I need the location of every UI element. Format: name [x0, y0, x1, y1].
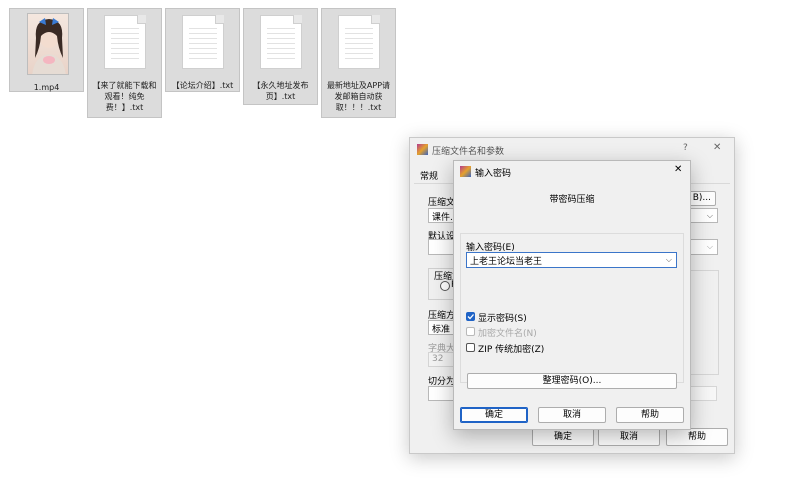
ok-button[interactable]: 确定	[460, 407, 528, 423]
dialog-title: 输入密码	[475, 169, 512, 179]
archive-name-label: 压缩文	[428, 198, 456, 208]
close-icon[interactable]: ✕	[713, 142, 721, 153]
options-group	[687, 270, 719, 375]
encrypt-names-label: 加密文件名(N)	[478, 329, 537, 339]
text-file-icon	[338, 15, 380, 69]
password-value: 上老王论坛当老王	[470, 257, 543, 267]
file-name: 【论坛介绍】.txt	[171, 81, 234, 90]
show-password-checkbox[interactable]	[466, 312, 475, 321]
password-input[interactable]: 上老王论坛当老王 ⌵	[466, 252, 677, 268]
dialog-title: 压缩文件名和参数	[432, 147, 505, 157]
ok-button[interactable]: 确定	[532, 428, 594, 446]
file-txt[interactable]: 最新地址及APP请发邮箱自动获取！！！.txt	[321, 8, 396, 118]
dict-value: 32	[432, 354, 444, 364]
password-dialog: 输入密码 ✕ 带密码压缩 输入密码(E) 上老王论坛当老王 ⌵ 显示密码(S) …	[453, 160, 691, 430]
cancel-button[interactable]: 取消	[538, 407, 606, 423]
file-name: 【来了就能下载和观看！纯免费！】.txt	[92, 81, 157, 112]
text-file-icon	[182, 15, 224, 69]
chevron-down-icon: ⌵	[706, 210, 713, 220]
text-file-icon	[104, 15, 146, 69]
file-name: 【永久地址发布页】.txt	[252, 81, 309, 101]
show-password-label: 显示密码(S)	[478, 314, 527, 324]
file-video[interactable]: 1.mp4	[9, 8, 84, 92]
text-file-icon	[260, 15, 302, 69]
winrar-icon	[417, 144, 428, 155]
file-name: 1.mp4	[33, 83, 60, 92]
file-txt[interactable]: 【论坛介绍】.txt	[165, 8, 240, 92]
file-txt[interactable]: 【永久地址发布页】.txt	[243, 8, 318, 105]
split-side-box	[687, 386, 717, 401]
format-radio[interactable]	[440, 281, 450, 291]
help-button[interactable]: 帮助	[666, 428, 728, 446]
dialog-subtitle: 带密码压缩	[549, 195, 595, 205]
cancel-button[interactable]: 取消	[598, 428, 660, 446]
help-button[interactable]: 帮助	[616, 407, 684, 423]
file-name: 最新地址及APP请发邮箱自动获取！！！.txt	[326, 81, 391, 112]
check-icon	[467, 314, 474, 320]
winrar-icon	[460, 166, 471, 177]
organize-passwords-button[interactable]: 整理密码(O)...	[467, 373, 677, 389]
close-icon[interactable]: ✕	[674, 164, 682, 175]
tab-general[interactable]: 常规	[420, 169, 438, 182]
method-value: 标准	[432, 325, 451, 335]
file-txt[interactable]: 【来了就能下载和观看！纯免费！】.txt	[87, 8, 162, 118]
video-thumbnail	[27, 13, 69, 75]
help-icon[interactable]: ?	[683, 143, 688, 153]
chevron-down-icon: ⌵	[706, 242, 713, 251]
zip-legacy-label: ZIP 传统加密(Z)	[478, 345, 545, 355]
encrypt-names-checkbox[interactable]	[466, 327, 475, 336]
chevron-down-icon: ⌵	[665, 255, 672, 264]
zip-legacy-checkbox[interactable]	[466, 343, 475, 352]
